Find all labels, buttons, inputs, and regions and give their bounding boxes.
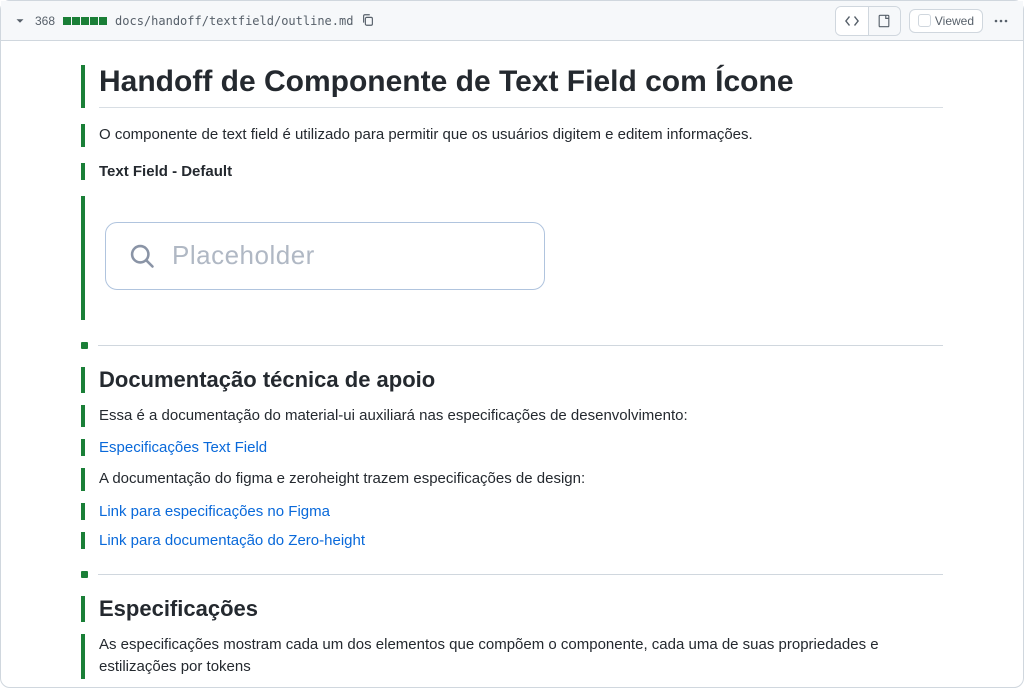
source-view-button[interactable]: [836, 7, 868, 35]
divider-dot-icon: [81, 342, 88, 349]
textfield-spec-link[interactable]: Especificações Text Field: [99, 439, 267, 456]
viewed-label: Viewed: [935, 14, 974, 28]
section-divider-2: [81, 571, 943, 578]
chevron-down-icon[interactable]: [13, 14, 27, 28]
spec-heading: Especificações: [99, 596, 943, 622]
kebab-menu-icon[interactable]: [991, 11, 1011, 31]
file-header-left: 368 docs/handoff/textfield/outline.md: [13, 13, 835, 29]
line-count: 368: [35, 14, 55, 28]
textfield-demo-block: Placeholder: [81, 196, 943, 320]
figma-spec-link[interactable]: Link para especificações no Figma: [99, 503, 330, 520]
textfield-placeholder: Placeholder: [172, 240, 315, 271]
tech-link2-block: Link para especificações no Figma: [81, 503, 943, 520]
rendered-view-button[interactable]: [868, 7, 900, 35]
zeroheight-doc-link[interactable]: Link para documentação do Zero-height: [99, 532, 365, 549]
tech-link1-block: Especificações Text Field: [81, 439, 943, 456]
spec-heading-block: Especificações: [81, 596, 943, 622]
viewed-toggle[interactable]: Viewed: [909, 9, 983, 33]
file-header: 368 docs/handoff/textfield/outline.md Vi…: [1, 1, 1023, 41]
copy-icon[interactable]: [361, 13, 377, 29]
tech-para2-block: A documentação do figma e zeroheight tra…: [81, 468, 943, 491]
view-mode-toggle: [835, 6, 901, 36]
tech-link3-block: Link para documentação do Zero-height: [81, 532, 943, 549]
tech-para1-block: Essa é a documentação do material-ui aux…: [81, 405, 943, 428]
title-block: Handoff de Componente de Text Field com …: [81, 65, 943, 108]
file-header-right: Viewed: [835, 6, 1011, 36]
spec-para-block: As especificações mostram cada um dos el…: [81, 634, 943, 679]
intro-text: O componente de text field é utilizado p…: [99, 124, 943, 147]
document-content: Handoff de Componente de Text Field com …: [1, 41, 1023, 687]
diff-additions-bar: [63, 17, 107, 25]
section-divider: [81, 342, 943, 349]
textfield-component[interactable]: Placeholder: [105, 222, 545, 290]
tech-para2: A documentação do figma e zeroheight tra…: [99, 468, 943, 491]
variant-label: Text Field - Default: [99, 163, 943, 180]
page-title: Handoff de Componente de Text Field com …: [99, 65, 943, 108]
tech-doc-heading: Documentação técnica de apoio: [99, 367, 943, 393]
tech-para1: Essa é a documentação do material-ui aux…: [99, 405, 943, 428]
divider-dot-icon: [81, 571, 88, 578]
file-path[interactable]: docs/handoff/textfield/outline.md: [115, 14, 353, 28]
variant-label-block: Text Field - Default: [81, 163, 943, 180]
intro-block: O componente de text field é utilizado p…: [81, 124, 943, 147]
search-icon: [128, 242, 156, 270]
viewed-checkbox: [918, 14, 931, 27]
tech-heading-block: Documentação técnica de apoio: [81, 367, 943, 393]
spec-para: As especificações mostram cada um dos el…: [99, 634, 943, 679]
